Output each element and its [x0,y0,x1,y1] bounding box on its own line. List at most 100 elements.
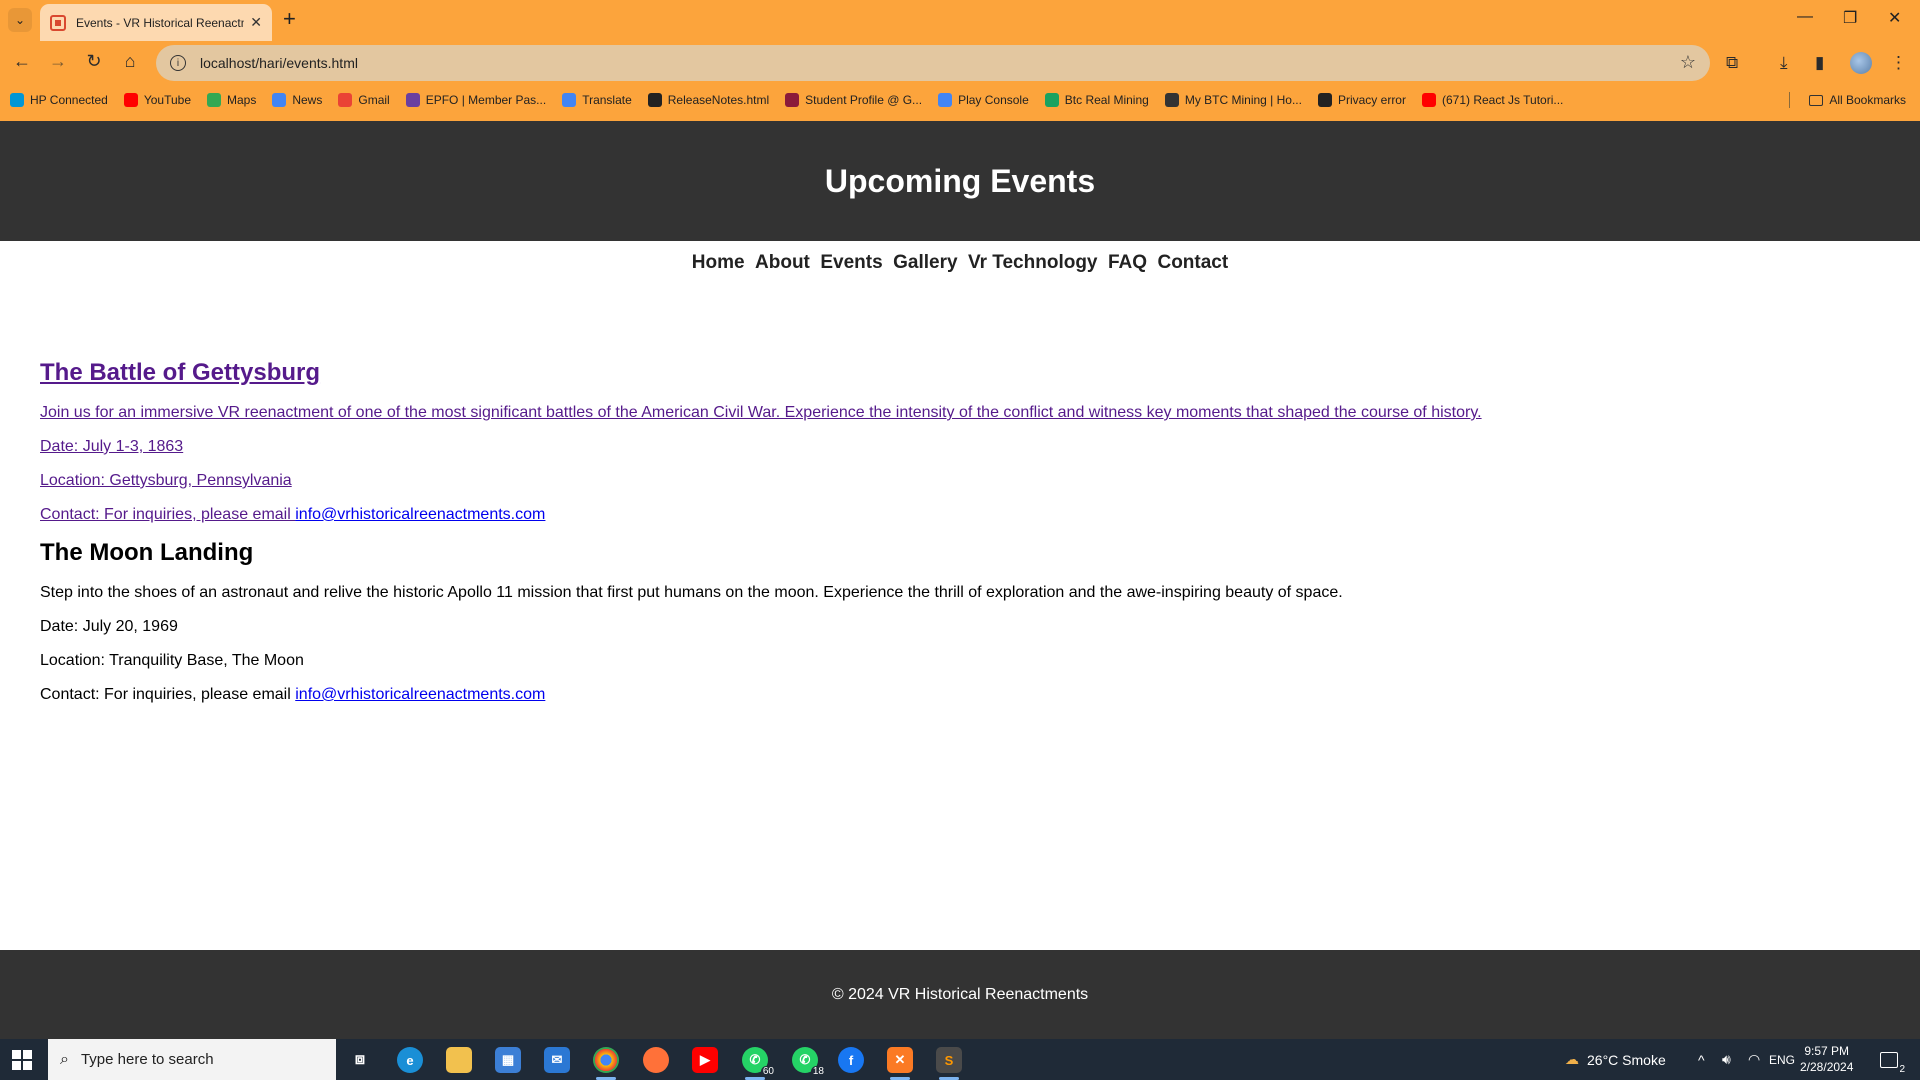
restore-icon[interactable]: ❐ [1843,8,1857,28]
bookmark-item[interactable]: (671) React Js Tutori... [1421,93,1564,107]
tab-strip: ⌄ Events - VR Historical Reenactm ✕ + — … [0,0,1920,41]
windows-taskbar: ⌕ Type here to search ⧈ e ▦ ✉ ▶ ✆ 60 ✆ 18 … [0,1039,1920,1080]
bookmark-label: Play Console [958,93,1029,107]
event-description[interactable]: Join us for an immersive VR reenactment … [40,403,1880,423]
tray-overflow-icon[interactable]: ^ [1698,1039,1705,1080]
event-location[interactable]: Location: Gettysburg, Pennsylvania [40,471,1880,491]
page-title: Upcoming Events [824,162,1096,199]
bookmark-item[interactable]: My BTC Mining | Ho... [1164,93,1302,107]
bookmarks-separator [1789,92,1790,108]
nav-faq[interactable]: FAQ [1108,252,1147,273]
new-tab-icon[interactable]: + [283,8,296,30]
event-contact-prefix[interactable]: Contact: For inquiries, please email [40,506,295,523]
nav-about[interactable]: About [755,252,810,273]
nav-contact[interactable]: Contact [1157,252,1228,273]
network-icon[interactable]: ◠ [1748,1039,1760,1080]
back-icon[interactable]: ← [10,51,34,72]
nav-home[interactable]: Home [692,252,745,273]
side-panel-icon[interactable]: ▮ [1815,53,1824,73]
bookmark-item[interactable]: Btc Real Mining [1044,93,1149,107]
event-date[interactable]: Date: July 1-3, 1863 [40,437,1880,457]
edge-icon[interactable]: e [397,1047,423,1073]
all-bookmarks-button[interactable]: All Bookmarks [1809,88,1906,112]
whatsapp-badge: 60 [760,1066,776,1077]
bookmark-favicon-icon [785,93,800,107]
browser-tab[interactable]: Events - VR Historical Reenactm ✕ [40,4,272,41]
bookmark-item[interactable]: Play Console [938,93,1029,107]
site-header: Upcoming Events [0,121,1920,241]
facebook-icon[interactable]: f [838,1047,864,1073]
profile-avatar[interactable] [1850,52,1872,74]
start-button[interactable] [12,1050,32,1070]
nav-gallery[interactable]: Gallery [893,252,957,273]
weather-widget[interactable]: ☁ 26°C Smoke [1565,1039,1666,1080]
extensions-icon[interactable]: ⧉ [1726,53,1738,73]
event-contact[interactable]: Contact: For inquiries, please email inf… [40,505,1880,525]
mail-icon[interactable]: ✉ [544,1047,570,1073]
bookmark-item[interactable]: EPFO | Member Pas... [405,93,547,107]
bookmark-item[interactable]: Maps [207,93,256,107]
youtube-icon[interactable]: ▶ [692,1047,718,1073]
notification-count: 2 [1899,1063,1905,1075]
file-explorer-icon[interactable] [446,1047,472,1073]
language-indicator[interactable]: ENG [1769,1039,1795,1080]
bookmark-label: News [292,93,323,107]
whatsapp-icon[interactable]: ✆ 60 [742,1047,776,1080]
chrome-icon[interactable] [593,1047,619,1080]
volume-icon[interactable]: 🔊︎ [1722,1039,1731,1080]
task-view-icon[interactable]: ⧈ [347,1047,373,1073]
system-clock[interactable]: 9:57 PM 2/28/2024 [1800,1043,1853,1075]
bookmark-item[interactable]: Student Profile @ G... [785,93,922,107]
downloads-icon[interactable]: ⤓ [1780,53,1788,73]
bookmark-favicon-icon [647,93,662,107]
bookmark-item[interactable]: Translate [562,93,632,107]
bookmark-favicon-icon [123,93,138,107]
event-title[interactable]: The Battle of Gettysburg [40,359,1880,387]
whatsapp-business-icon[interactable]: ✆ 18 [792,1047,826,1077]
firefox-icon[interactable] [643,1047,669,1073]
sublime-text-icon[interactable]: S [936,1047,962,1080]
bookmark-item[interactable]: Privacy error [1317,93,1406,107]
bookmark-item[interactable]: News [272,93,322,107]
notifications-icon[interactable]: 2 [1880,1039,1905,1080]
bookmark-label: EPFO | Member Pas... [425,93,547,107]
clock-time: 9:57 PM [1804,1044,1850,1058]
reload-icon[interactable]: ↻ [82,51,106,72]
home-icon[interactable]: ⌂ [118,51,142,72]
bookmark-item[interactable]: Gmail [338,93,390,107]
bookmark-item[interactable]: HP Connected [10,93,108,107]
tab-search-icon[interactable]: ⌄ [8,8,32,32]
event-card-gettysburg[interactable]: The Battle of Gettysburg Join us for an … [40,359,1880,525]
bookmark-label: (671) React Js Tutori... [1441,93,1564,107]
bookmark-label: Student Profile @ G... [805,93,923,107]
nav-vr-technology[interactable]: Vr Technology [968,252,1098,273]
bookmark-item[interactable]: ReleaseNotes.html [647,93,769,107]
bookmark-favicon-icon [1044,93,1059,107]
nav-events[interactable]: Events [820,252,882,273]
url-text[interactable]: localhost/hari/events.html [200,55,358,71]
bookmark-favicon-icon [338,93,353,107]
menu-icon[interactable]: ⋮ [1890,53,1907,73]
close-window-icon[interactable]: ✕ [1888,8,1901,28]
address-bar[interactable]: i localhost/hari/events.html ☆ [156,45,1710,81]
weather-icon: ☁ [1565,1051,1579,1067]
bookmark-favicon-icon [562,93,577,107]
store-icon[interactable]: ▦ [495,1047,521,1073]
bookmark-star-icon[interactable]: ☆ [1680,52,1696,73]
xampp-icon[interactable]: ✕ [887,1047,913,1080]
forward-icon[interactable]: → [46,51,70,72]
bookmark-favicon-icon [1317,93,1332,107]
event-description: Step into the shoes of an astronaut and … [40,584,1343,601]
minimize-icon[interactable]: — [1797,8,1813,26]
bookmark-item[interactable]: YouTube [123,93,191,107]
taskbar-search-input[interactable]: Type here to search [81,1051,214,1068]
bookmark-favicon-icon [1421,93,1436,107]
bookmark-label: Gmail [358,93,390,107]
site-info-icon[interactable]: i [170,55,186,71]
event-email-link[interactable]: info@vrhistoricalreenactments.com [295,506,545,523]
bookmark-favicon-icon [272,93,287,107]
taskbar-search[interactable]: ⌕ Type here to search [48,1039,336,1080]
event-email-link[interactable]: info@vrhistoricalreenactments.com [295,686,545,703]
bookmark-favicon-icon [10,93,24,107]
tab-close-icon[interactable]: ✕ [250,14,262,31]
